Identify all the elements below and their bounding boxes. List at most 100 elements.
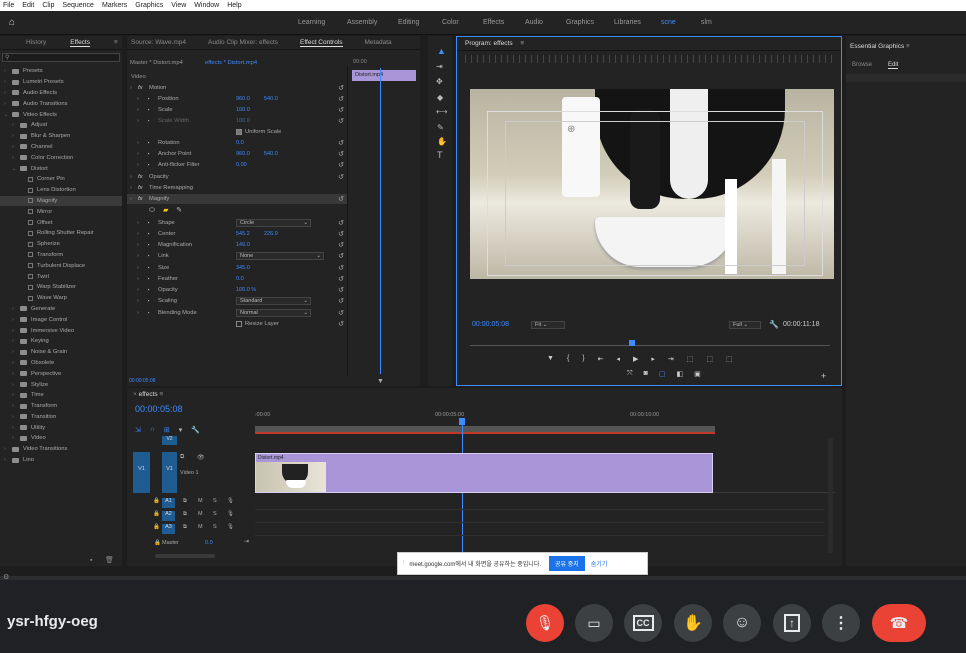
disclosure-icon[interactable]: ›: [4, 68, 10, 74]
ec-dropdown[interactable]: None ⌄: [236, 252, 324, 260]
pen-tool-icon[interactable]: ✎: [437, 123, 444, 132]
safe-margins-icon[interactable]: ▢: [659, 370, 666, 378]
stopwatch-icon[interactable]: ◔: [146, 231, 150, 238]
effects-list-item[interactable]: Corner Pin: [0, 174, 122, 185]
solo-button[interactable]: S: [213, 498, 217, 504]
reset-icon[interactable]: ↺: [338, 84, 344, 92]
menu-item[interactable]: Graphics: [135, 2, 163, 9]
reset-icon[interactable]: ↺: [338, 173, 344, 181]
ec-value[interactable]: 345.0: [236, 265, 250, 271]
reset-icon[interactable]: ↺: [338, 230, 344, 238]
pen-mask-icon[interactable]: ✎: [176, 207, 182, 214]
panel-menu-icon[interactable]: ≡: [114, 39, 118, 46]
reset-icon[interactable]: ↺: [338, 286, 344, 294]
snap-icon[interactable]: ⇲: [135, 426, 141, 434]
menu-item[interactable]: Edit: [22, 2, 34, 9]
wrench-icon[interactable]: 🔧: [769, 320, 779, 329]
sync-lock-icon[interactable]: ⧉: [183, 498, 187, 505]
sync-lock-icon[interactable]: ⧉: [183, 511, 187, 518]
stopwatch-icon[interactable]: ◔: [146, 287, 150, 294]
disclosure-icon[interactable]: ›: [137, 220, 139, 226]
stopwatch-icon[interactable]: ◔: [146, 96, 150, 103]
disclosure-icon[interactable]: ›: [12, 306, 18, 312]
disclosure-icon[interactable]: ›: [130, 85, 132, 91]
effects-list-item[interactable]: › Color Correction: [0, 152, 122, 163]
disclosure-icon[interactable]: ›: [12, 155, 18, 161]
reset-icon[interactable]: ↺: [338, 320, 344, 328]
reset-icon[interactable]: ↺: [338, 150, 344, 158]
selection-tool-icon[interactable]: ▲: [437, 46, 446, 56]
effects-list-item[interactable]: Transform: [0, 250, 122, 261]
solo-button[interactable]: S: [213, 524, 217, 530]
tab-edit[interactable]: Edit: [888, 62, 899, 69]
sequence-clip-label[interactable]: effects * Distort.mp4: [205, 60, 257, 66]
disclosure-icon[interactable]: ›: [137, 242, 139, 248]
lock-icon[interactable]: 🔒: [153, 498, 160, 504]
effects-list-item[interactable]: › Generate: [0, 304, 122, 315]
disclosure-icon[interactable]: ›: [130, 196, 132, 202]
reset-icon[interactable]: ↺: [338, 297, 344, 305]
effects-list-item[interactable]: › Perspective: [0, 368, 122, 379]
effects-list-item[interactable]: › Transition: [0, 412, 122, 423]
reset-icon[interactable]: ↺: [338, 309, 344, 317]
effects-list-item[interactable]: ⌄ Distort: [0, 163, 122, 174]
type-tool-icon[interactable]: T: [437, 150, 443, 160]
workspace-tab[interactable]: Learning: [298, 19, 325, 26]
workspace-tab[interactable]: slm: [701, 19, 712, 26]
trim-icon[interactable]: ⤧: [627, 370, 633, 378]
disclosure-icon[interactable]: ›: [130, 185, 132, 191]
trash-icon[interactable]: 🗑: [105, 556, 114, 564]
track-v1-target[interactable]: V1: [162, 452, 177, 493]
eye-icon[interactable]: 👁: [197, 454, 205, 461]
add-marker-icon[interactable]: ▼: [547, 355, 554, 363]
effects-list-item[interactable]: › Blur & Sharpen: [0, 131, 122, 142]
disclosure-icon[interactable]: ›: [12, 403, 18, 409]
effects-list-item[interactable]: › Presets: [0, 66, 122, 77]
fx-toggle-icon[interactable]: fx: [138, 185, 143, 191]
checkbox[interactable]: [236, 129, 242, 135]
disclosure-icon[interactable]: ›: [12, 382, 18, 388]
disclosure-icon[interactable]: ›: [137, 96, 139, 102]
reset-icon[interactable]: ↺: [338, 195, 344, 203]
ec-dropdown[interactable]: Circle ⌄: [236, 219, 311, 227]
menu-item[interactable]: View: [171, 2, 186, 9]
stopwatch-icon[interactable]: ◔: [146, 107, 150, 114]
track-v2-target[interactable]: V2: [162, 436, 177, 445]
workspace-tab[interactable]: Effects: [483, 19, 504, 26]
menu-item[interactable]: Sequence: [62, 2, 94, 9]
disclosure-icon[interactable]: ›: [137, 118, 139, 124]
effects-list-item[interactable]: Lens Distortion: [0, 185, 122, 196]
stopwatch-icon[interactable]: ◔: [146, 242, 150, 249]
ec-value[interactable]: 226.9: [264, 231, 278, 237]
workspace-tab[interactable]: Assembly: [347, 19, 377, 26]
reactions-button[interactable]: ☺: [723, 604, 761, 642]
timeline-vscroll[interactable]: [828, 438, 833, 553]
quality-dropdown[interactable]: Full ⌄: [729, 321, 761, 329]
effects-list-item[interactable]: Wave Warp: [0, 293, 122, 304]
effects-list-item[interactable]: › Utility: [0, 422, 122, 433]
effects-list-item[interactable]: Mirror: [0, 206, 122, 217]
ec-clip-bar[interactable]: Distort.mp4: [352, 70, 416, 81]
reset-icon[interactable]: ↺: [338, 117, 344, 125]
disclosure-icon[interactable]: ›: [130, 174, 132, 180]
disclosure-icon[interactable]: ›: [137, 151, 139, 157]
effects-list-item[interactable]: › Obsolete: [0, 358, 122, 369]
effects-list-item[interactable]: › Keying: [0, 336, 122, 347]
hide-button[interactable]: 숨기기: [591, 559, 608, 568]
effects-list-item[interactable]: › Lumetri Presets: [0, 77, 122, 88]
reset-icon[interactable]: ↺: [338, 106, 344, 114]
audio-track-target[interactable]: A1: [162, 498, 175, 508]
ec-value[interactable]: 0.0: [236, 276, 244, 282]
effects-list-item[interactable]: Twirl: [0, 271, 122, 282]
present-button[interactable]: ↑: [773, 604, 811, 642]
mute-button[interactable]: M: [198, 498, 203, 504]
menu-item[interactable]: Window: [194, 2, 219, 9]
panel-menu-icon[interactable]: ≡: [520, 40, 524, 47]
close-icon[interactable]: ×: [133, 391, 137, 398]
track-select-tool-icon[interactable]: ⇥: [436, 62, 443, 71]
reset-icon[interactable]: ↺: [338, 241, 344, 249]
disclosure-icon[interactable]: ›: [4, 79, 10, 85]
solo-button[interactable]: S: [213, 511, 217, 517]
effects-list-item[interactable]: › Time: [0, 390, 122, 401]
effects-list-item[interactable]: Spherize: [0, 239, 122, 250]
